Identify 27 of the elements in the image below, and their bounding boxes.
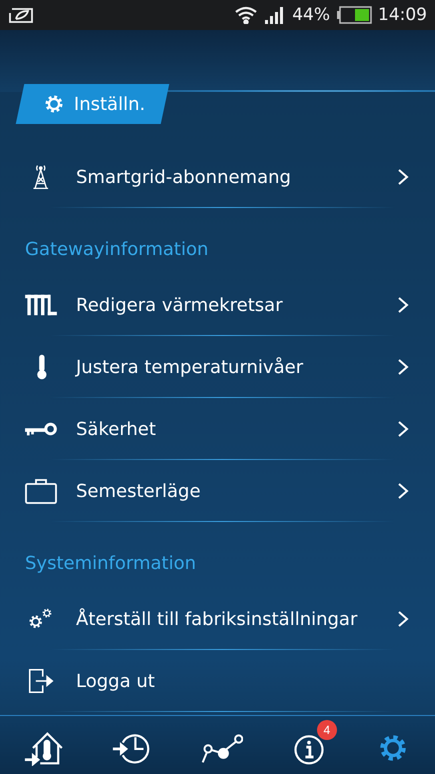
chevron-right-icon bbox=[397, 168, 409, 186]
chevron-right-icon bbox=[397, 482, 409, 500]
settings-list-item[interactable]: Redigera värmekretsar bbox=[0, 274, 435, 336]
notification-count: 4 bbox=[316, 720, 337, 740]
antenna-tower-icon bbox=[31, 164, 51, 190]
chevron-right-icon bbox=[397, 420, 409, 438]
settings-list-item[interactable]: Semesterläge bbox=[0, 460, 435, 522]
settings-list-item[interactable]: Återställ till fabriksinställningar bbox=[0, 588, 435, 650]
clock-time: 14:09 bbox=[378, 5, 427, 25]
logout-icon bbox=[28, 668, 54, 694]
briefcase-icon bbox=[25, 478, 57, 504]
leaf-battery-icon bbox=[8, 6, 34, 24]
radiator-icon bbox=[24, 292, 58, 318]
section-heading: Gatewayinformation bbox=[25, 239, 208, 260]
house-thermometer-icon bbox=[24, 730, 64, 766]
section-heading: Systeminformation bbox=[25, 553, 196, 574]
nav-tab[interactable]: 4 bbox=[280, 720, 337, 770]
settings-list-item[interactable]: Säkerhet bbox=[0, 398, 435, 460]
battery-percentage: 44% bbox=[292, 5, 330, 25]
battery-icon bbox=[336, 6, 372, 24]
chevron-right-icon bbox=[397, 358, 409, 376]
settings-list-item[interactable]: Justera temperaturnivåer bbox=[0, 336, 435, 398]
settings-list-item[interactable]: Logga ut bbox=[0, 650, 435, 712]
chevron-right-icon bbox=[397, 610, 409, 628]
wifi-icon bbox=[234, 6, 258, 24]
chevron-right-icon bbox=[397, 296, 409, 314]
settings-list-item[interactable]: Smartgrid-abonnemang bbox=[0, 146, 435, 208]
